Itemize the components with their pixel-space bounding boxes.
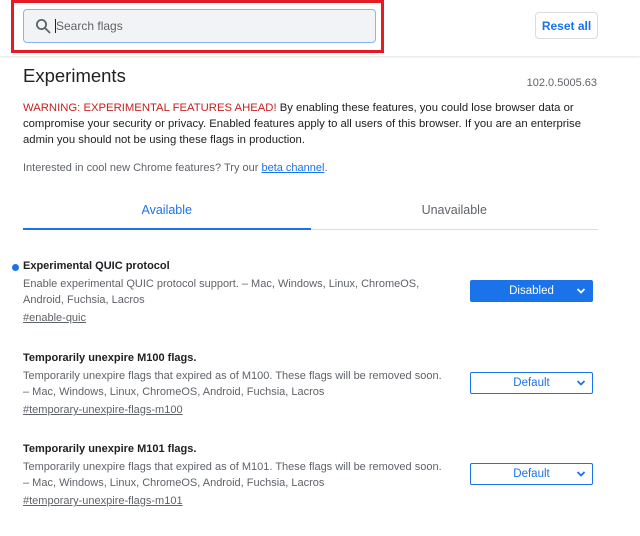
chevron-down-icon xyxy=(576,380,586,386)
tab-unavailable[interactable]: Unavailable xyxy=(311,196,599,229)
version-label: 102.0.5005.63 xyxy=(526,77,597,89)
experiment-title: Temporarily unexpire M101 flags. xyxy=(23,443,197,455)
select-value: Disabled xyxy=(509,285,554,297)
tab-bar: Available Unavailable xyxy=(23,196,598,230)
experiment-description: Temporarily unexpire flags that expired … xyxy=(23,461,442,489)
experiment-state-select[interactable]: Default xyxy=(470,463,593,485)
experiment-description: Temporarily unexpire flags that expired … xyxy=(23,370,442,398)
experiment-title: Experimental QUIC protocol xyxy=(23,260,170,272)
experiment-state-select[interactable]: Default xyxy=(470,372,593,394)
experiment-temporary-unexpire-flags-m101: Temporarily unexpire M101 flags. Tempora… xyxy=(23,443,598,509)
warning-text: WARNING: EXPERIMENTAL FEATURES AHEAD! By… xyxy=(23,100,593,148)
header: Reset all xyxy=(0,0,640,56)
chevron-down-icon xyxy=(576,471,586,477)
main-content: Experiments 102.0.5005.63 WARNING: EXPER… xyxy=(0,56,640,536)
experiment-temporary-unexpire-flags-m100: Temporarily unexpire M100 flags. Tempora… xyxy=(23,352,598,418)
beta-channel-link[interactable]: beta channel xyxy=(261,162,324,174)
modified-indicator xyxy=(12,264,19,271)
experiment-permalink[interactable]: #temporary-unexpire-flags-m100 xyxy=(23,404,183,416)
reset-all-button[interactable]: Reset all xyxy=(535,12,598,39)
experiment-permalink[interactable]: #temporary-unexpire-flags-m101 xyxy=(23,495,183,507)
experiment-description: Enable experimental QUIC protocol suppor… xyxy=(23,278,420,306)
chevron-down-icon xyxy=(576,288,586,294)
experiment-enable-quic: Experimental QUIC protocol Enable experi… xyxy=(12,260,598,326)
tab-available[interactable]: Available xyxy=(23,196,311,230)
select-value: Default xyxy=(513,377,550,389)
beta-channel-text: Interested in cool new Chrome features? … xyxy=(23,162,328,174)
warning-heading: WARNING: EXPERIMENTAL FEATURES AHEAD! xyxy=(23,102,277,114)
experiment-state-select[interactable]: Disabled xyxy=(470,280,593,302)
page-title: Experiments xyxy=(23,65,126,86)
highlight-annotation xyxy=(11,0,384,53)
experiment-title: Temporarily unexpire M100 flags. xyxy=(23,352,197,364)
select-value: Default xyxy=(513,468,550,480)
beta-suffix: . xyxy=(324,162,328,174)
experiment-permalink[interactable]: #enable-quic xyxy=(23,312,86,324)
beta-prefix: Interested in cool new Chrome features? … xyxy=(23,162,262,174)
